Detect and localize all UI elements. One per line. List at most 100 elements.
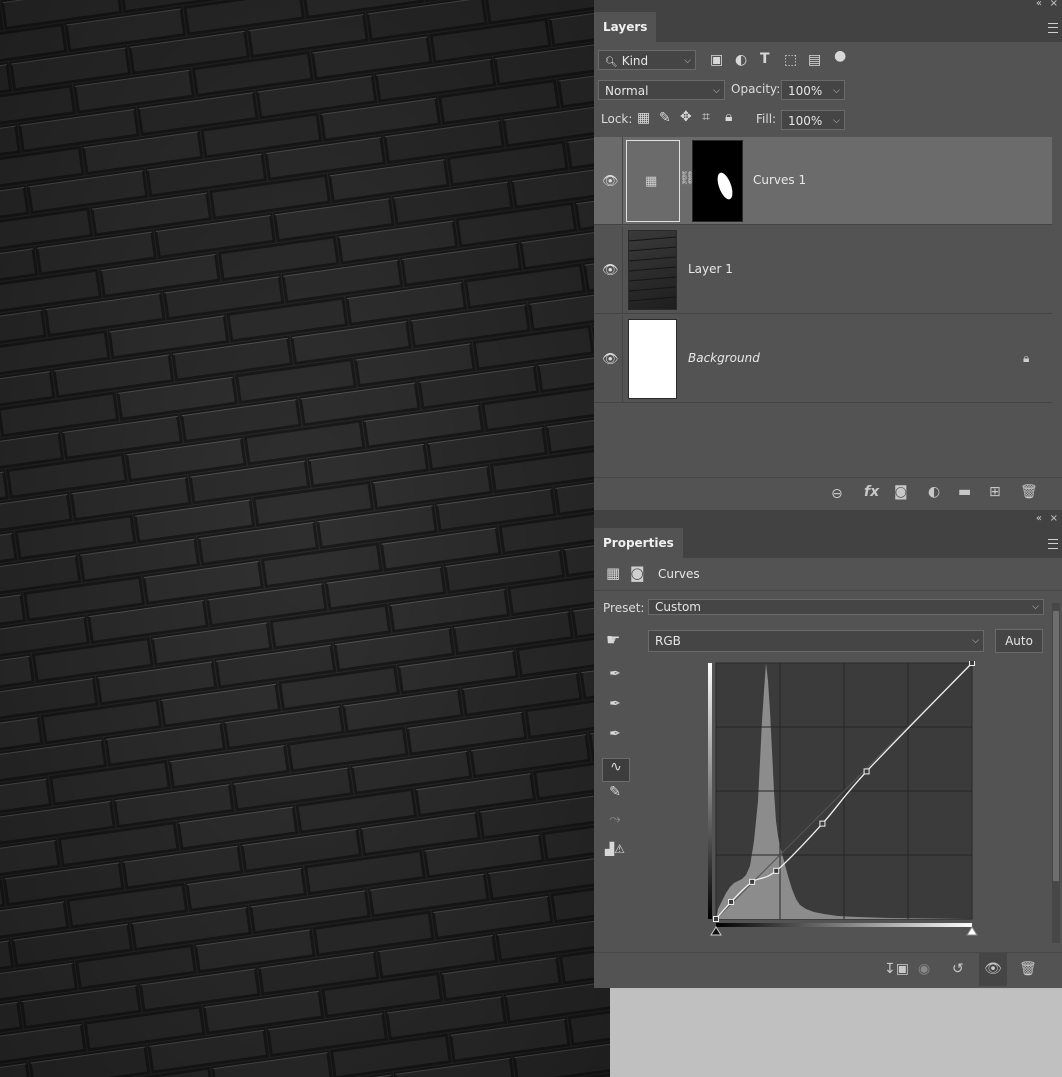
panel-menu-icon[interactable] xyxy=(1048,539,1058,549)
chevron-down-icon: ⌵ xyxy=(713,86,720,96)
background-thumbnail[interactable] xyxy=(628,319,677,399)
new-group-icon[interactable]: ▬ xyxy=(958,484,971,500)
chevron-down-icon: ⌵ xyxy=(684,56,691,66)
collapse-icon[interactable]: « xyxy=(1036,513,1042,524)
curves-icon[interactable]: ▦ xyxy=(606,564,620,582)
layers-bottom-toolbar: ⊖ fx ◙ ◐ ▬ ⊞ 🗑︎ xyxy=(594,477,1062,510)
view-previous-icon[interactable]: ◉ xyxy=(918,961,930,977)
white-input-slider[interactable] xyxy=(966,926,978,936)
row-divider xyxy=(622,137,623,224)
new-adjustment-icon[interactable]: ◐ xyxy=(928,484,940,500)
curve-control-point[interactable] xyxy=(819,820,826,827)
fill-label: Fill: xyxy=(756,112,777,126)
layer-name[interactable]: Layer 1 xyxy=(688,262,733,276)
brick-wall-image xyxy=(0,0,610,1077)
layers-panel: Layers 🔍︎ Kind ⌵ ▣ ◐ T ⬚ ▤ ● Normal ⌵ Opa… xyxy=(594,12,1062,510)
chevron-down-icon: ⌵ xyxy=(972,636,979,646)
link-layers-icon[interactable]: ⊖ xyxy=(831,486,843,502)
visibility-eye-icon[interactable]: 👁︎ xyxy=(602,352,619,367)
row-divider xyxy=(622,226,623,313)
curves-adjustment-thumbnail[interactable]: ▦ xyxy=(626,140,680,222)
filter-toggle-icon[interactable]: ● xyxy=(834,48,846,64)
chevron-down-icon: ⌵ xyxy=(833,116,840,126)
visibility-eye-icon[interactable]: 👁︎ xyxy=(602,174,619,189)
properties-bottom-toolbar: ↧▣ ◉ ↺ 👁︎ 🗑︎ xyxy=(594,952,1062,987)
visibility-eye-icon[interactable]: 👁︎ xyxy=(602,263,619,278)
fill-field[interactable]: 100% ⌵ xyxy=(781,110,845,130)
curve-points-tool-icon[interactable]: ∿ xyxy=(602,758,630,782)
white-point-eyedropper-icon[interactable]: ✒︎ xyxy=(602,726,628,748)
lock-icon: 🔒︎ xyxy=(1023,351,1030,365)
lock-artboard-icon[interactable]: ⌗ xyxy=(702,109,710,125)
curve-control-point[interactable] xyxy=(863,768,870,775)
auto-button[interactable]: Auto xyxy=(995,629,1043,653)
layer-name[interactable]: Curves 1 xyxy=(753,173,806,187)
filter-kind-dropdown[interactable]: 🔍︎ Kind ⌵ xyxy=(598,50,696,70)
search-icon: 🔍︎ xyxy=(605,57,618,68)
channel-dropdown[interactable]: RGB ⌵ xyxy=(648,630,984,652)
clip-to-layer-icon[interactable]: ↧▣ xyxy=(884,961,909,977)
lock-position-icon[interactable]: ✥ xyxy=(680,109,692,125)
curve-control-point[interactable] xyxy=(728,898,735,905)
curve-control-point[interactable] xyxy=(749,878,756,885)
trash-icon[interactable]: 🗑︎ xyxy=(1019,961,1037,977)
pencil-icon[interactable]: ✎ xyxy=(602,784,628,806)
black-point-eyedropper-icon[interactable]: ✒︎ xyxy=(602,666,628,688)
layers-list: 👁︎ ▦ ⛓︎ Curves 1 👁︎ Layer 1 👁︎ Backgroun… xyxy=(594,137,1052,405)
output-gradient-bar xyxy=(708,663,712,919)
trash-icon[interactable]: 🗑︎ xyxy=(1020,484,1038,500)
filter-smart-object-icon[interactable]: ▤ xyxy=(808,52,821,68)
bricks-thumbnail-image xyxy=(628,236,677,302)
smooth-curve-icon[interactable]: ⤳ xyxy=(602,811,628,833)
curve-control-point[interactable] xyxy=(969,661,975,666)
layer-row-layer-1[interactable]: 👁︎ Layer 1 xyxy=(594,226,1052,314)
black-input-slider[interactable] xyxy=(710,926,722,936)
chevron-down-icon: ⌵ xyxy=(1032,602,1039,612)
lock-transparent-icon[interactable]: ▦ xyxy=(637,110,650,126)
layer-row-curves-1[interactable]: 👁︎ ▦ ⛓︎ Curves 1 xyxy=(594,137,1052,225)
tab-properties[interactable]: Properties xyxy=(594,528,683,558)
blend-mode-dropdown[interactable]: Normal ⌵ xyxy=(598,80,725,100)
panel-dock-strip-2: « × xyxy=(594,510,1062,530)
collapse-icon[interactable]: « xyxy=(1036,0,1042,9)
add-mask-icon[interactable]: ◙ xyxy=(894,484,908,500)
layers-tabbar: Layers xyxy=(594,12,1062,42)
preset-dropdown[interactable]: Custom ⌵ xyxy=(648,599,1044,615)
reset-icon[interactable]: ↺ xyxy=(952,961,964,977)
mask-icon[interactable]: ◙ xyxy=(630,564,645,582)
clipping-warning-icon[interactable]: ▟⚠ xyxy=(602,842,628,864)
target-adjustment-hand-icon[interactable]: ☛ xyxy=(606,630,620,649)
curve-control-point[interactable] xyxy=(713,916,719,922)
filter-shape-icon[interactable]: ⬚ xyxy=(784,52,797,68)
layer-name[interactable]: Background xyxy=(688,351,760,365)
curve-control-point[interactable] xyxy=(773,867,780,874)
layer-mask-thumbnail[interactable] xyxy=(692,140,743,222)
new-layer-icon[interactable]: ⊞ xyxy=(989,484,1001,500)
mask-shape xyxy=(717,172,733,200)
curves-graph[interactable] xyxy=(708,661,978,941)
filter-adjustment-icon[interactable]: ◐ xyxy=(735,52,747,68)
gray-point-eyedropper-icon[interactable]: ✒︎ xyxy=(602,696,628,718)
pasteboard-area xyxy=(610,990,1062,1077)
layer-row-background[interactable]: 👁︎ Background 🔒︎ xyxy=(594,315,1052,403)
tab-layers[interactable]: Layers xyxy=(594,12,657,42)
lock-brush-icon[interactable]: ✎ xyxy=(659,110,671,126)
properties-scrollbar[interactable] xyxy=(1052,603,1060,943)
layer-1-thumbnail[interactable] xyxy=(628,230,677,310)
fx-icon[interactable]: fx xyxy=(864,484,879,500)
filter-type-icon[interactable]: T xyxy=(760,51,770,67)
lock-label: Lock: xyxy=(601,112,633,126)
lock-all-icon[interactable]: 🔒︎ xyxy=(725,109,732,125)
chevron-down-icon: ⌵ xyxy=(833,86,840,96)
visibility-eye-icon[interactable]: 👁︎ xyxy=(979,953,1007,986)
close-icon[interactable]: × xyxy=(1050,513,1058,524)
scrollbar-thumb[interactable] xyxy=(1053,611,1059,881)
opacity-field[interactable]: 100% ⌵ xyxy=(781,80,845,100)
opacity-label: Opacity: xyxy=(731,82,781,96)
curves-icon: ▦ xyxy=(645,174,658,189)
document-canvas[interactable] xyxy=(0,0,610,1077)
panel-menu-icon[interactable] xyxy=(1048,23,1058,33)
filter-pixel-icon[interactable]: ▣ xyxy=(710,52,723,68)
properties-tabbar: Properties xyxy=(594,528,1062,558)
close-icon[interactable]: × xyxy=(1050,0,1058,9)
